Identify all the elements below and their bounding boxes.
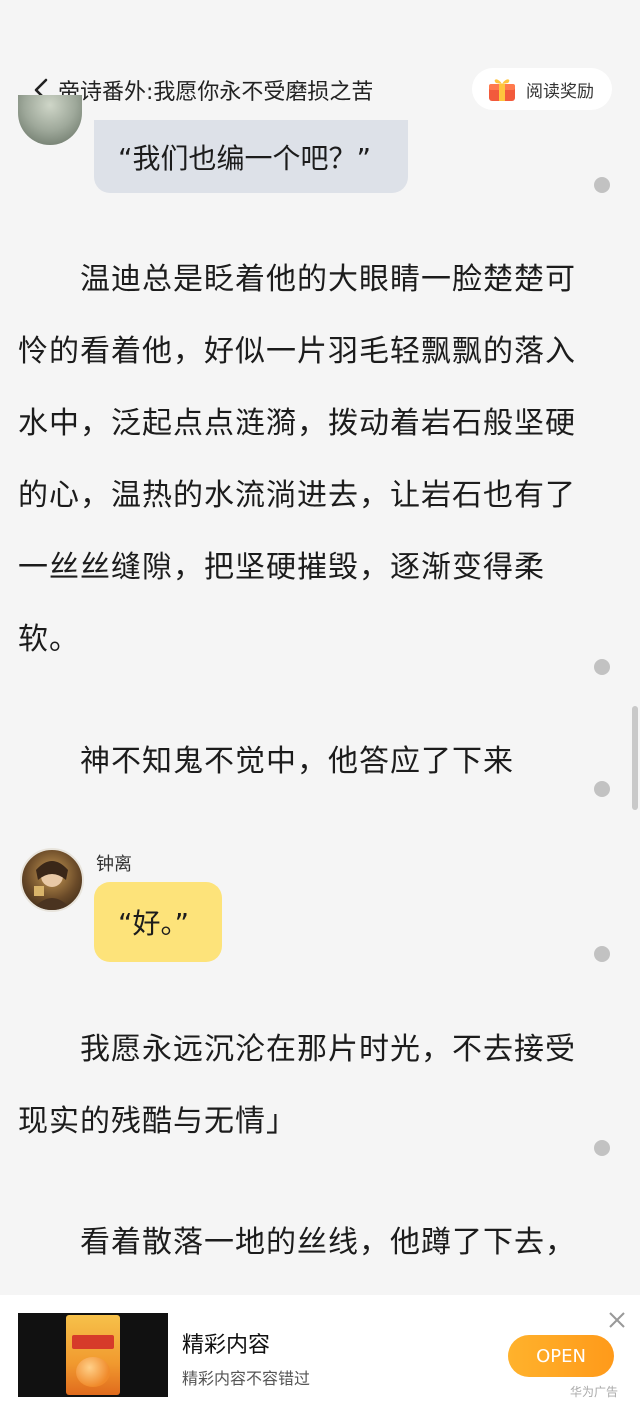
- ad-title: 精彩内容: [182, 1333, 271, 1358]
- gift-icon: [489, 79, 515, 101]
- ad-banner[interactable]: 精彩内容 精彩内容不容错过 OPEN 华为广告: [0, 1295, 640, 1415]
- ad-subtitle: 精彩内容不容错过: [182, 1369, 311, 1388]
- ad-image[interactable]: [18, 1313, 168, 1397]
- ad-open-button[interactable]: OPEN: [508, 1335, 614, 1377]
- story-paragraph: 神不知鬼不觉中，他答应了下来: [80, 744, 514, 779]
- comment-dot[interactable]: [594, 659, 610, 675]
- product-image: [66, 1315, 120, 1395]
- chat-bubble: “我们也编一个吧？”: [94, 120, 408, 193]
- story-paragraph: 温迪总是眨着他的大眼睛一脸楚楚可怜的看着他，好似一片羽毛轻飘飘的落入水中，泛起点…: [18, 262, 576, 657]
- reading-reward-label: 阅读奖励: [526, 81, 594, 102]
- comment-dot[interactable]: [594, 946, 610, 962]
- ad-tag: 华为广告: [570, 1385, 619, 1399]
- reading-reward-button[interactable]: 阅读奖励: [472, 68, 612, 110]
- ad-close-button[interactable]: [607, 1310, 627, 1330]
- character-portrait: [32, 861, 72, 910]
- avatar[interactable]: [20, 848, 84, 912]
- reader-header: 帝诗番外:我愿你永不受磨损之苦 阅读奖励: [0, 60, 640, 120]
- comment-dot[interactable]: [594, 1140, 610, 1156]
- avatar: [18, 95, 82, 145]
- close-icon: [609, 1312, 625, 1328]
- story-paragraph: 看着散落一地的丝线，他蹲了下去，: [80, 1225, 576, 1260]
- speaker-name: 钟离: [96, 854, 132, 875]
- story-paragraph: 我愿永远沉沦在那片时光，不去接受现实的残酷与无情」: [18, 1032, 576, 1139]
- scrollbar-thumb[interactable]: [632, 706, 638, 810]
- book-title: 帝诗番外:我愿你永不受磨损之苦: [58, 80, 374, 105]
- chat-bubble: “好。”: [94, 882, 222, 962]
- comment-dot[interactable]: [594, 177, 610, 193]
- comment-dot[interactable]: [594, 781, 610, 797]
